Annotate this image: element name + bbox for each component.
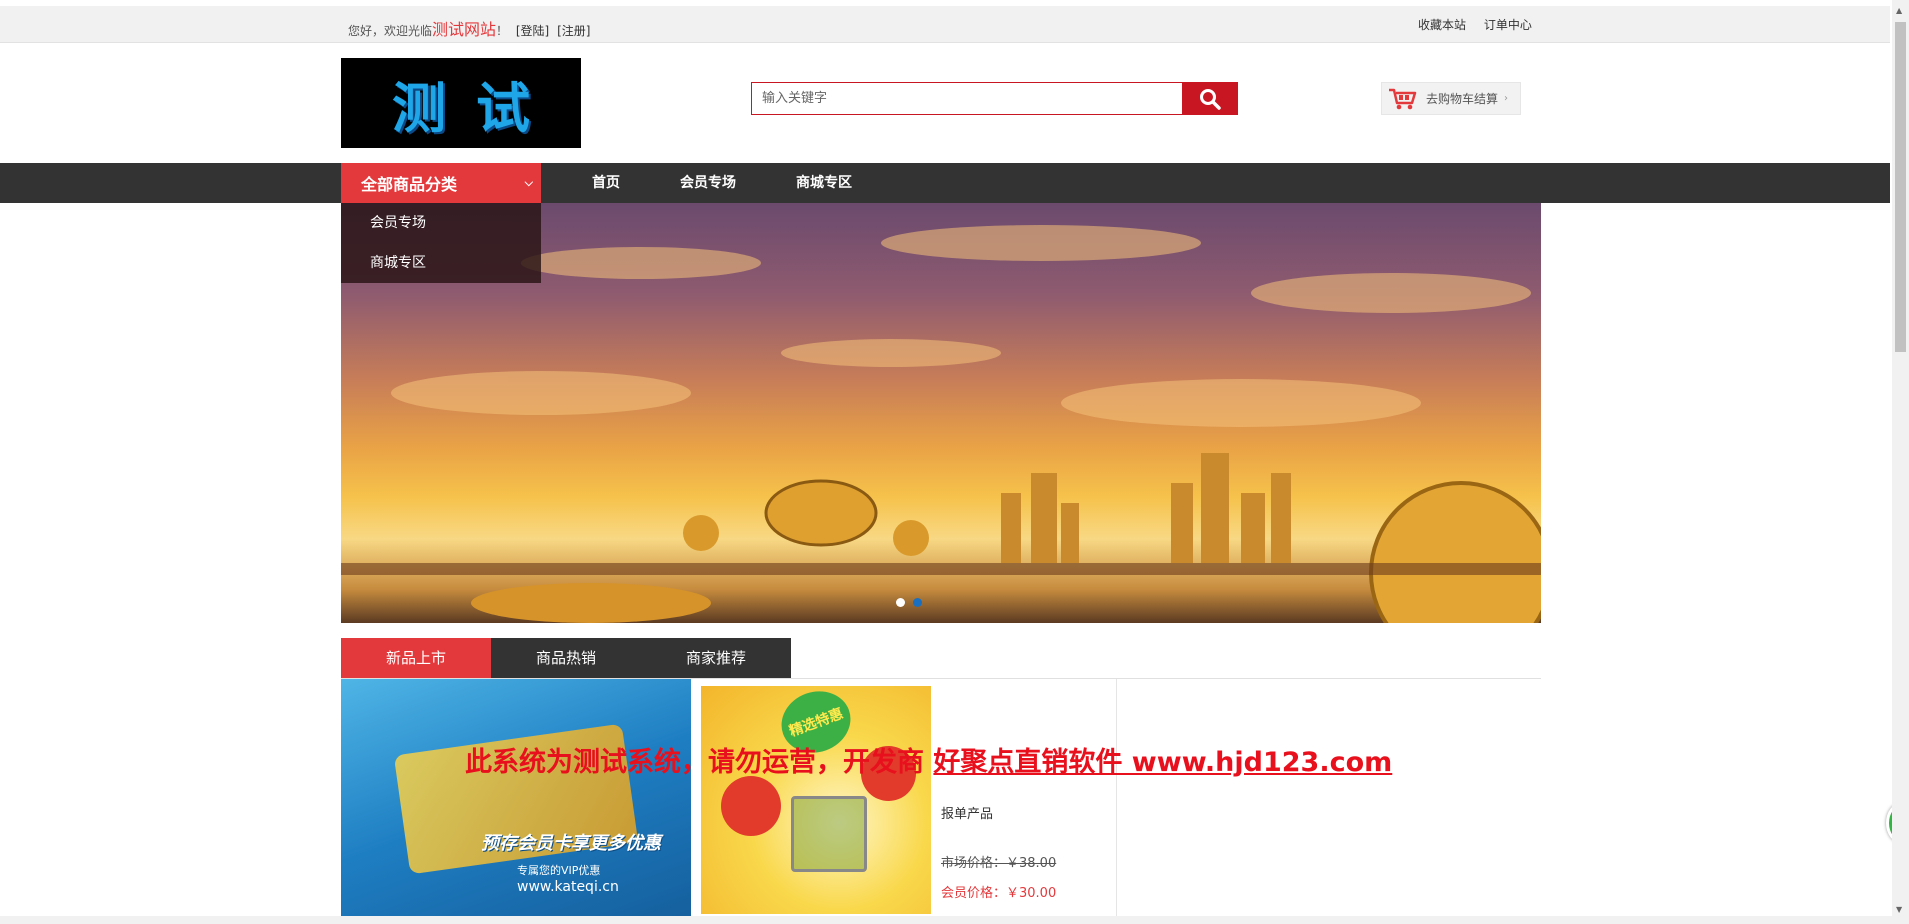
cart-button[interactable]: 去购物车结算 › xyxy=(1381,82,1521,115)
welcome-text: 您好，欢迎光临 xyxy=(348,24,433,38)
chevron-down-icon: ⌵ xyxy=(524,176,533,189)
test-system-notice: 此系统为测试系统，请勿运营，开发商 好聚点直销软件 www.hjd123.com xyxy=(465,740,1392,779)
slide-dot-2[interactable] xyxy=(913,598,922,607)
notice-text: 此系统为测试系统，请勿运营，开发商 xyxy=(465,747,934,778)
shopping-cart-graphic xyxy=(791,796,867,872)
vip-url: www.kateqi.cn xyxy=(517,879,619,895)
register-link[interactable]: [注册] xyxy=(557,24,590,38)
nav-links: 首页 会员专场 商城专区 xyxy=(562,163,882,203)
vertical-scrollbar[interactable]: ▲ ▼ xyxy=(1892,0,1909,924)
exclaim-text: ！ xyxy=(496,24,509,38)
login-link[interactable]: [登陆] xyxy=(516,24,549,38)
market-price: 市场价格：￥38.00 xyxy=(941,856,1057,871)
nav-member-zone[interactable]: 会员专场 xyxy=(650,163,766,203)
tab-hot-sales[interactable]: 商品热销 xyxy=(491,638,641,678)
all-categories-button[interactable]: 全部商品分类 ⌵ xyxy=(341,163,541,203)
slide-dot-1[interactable] xyxy=(896,598,905,607)
slide-indicators xyxy=(896,598,922,607)
orders-link[interactable]: 订单中心 xyxy=(1484,18,1532,32)
nav-home[interactable]: 首页 xyxy=(562,163,650,203)
search-input[interactable] xyxy=(752,83,1182,114)
cart-label: 去购物车结算 xyxy=(1426,92,1499,106)
welcome-area: 您好，欢迎光临测试网站！ [登陆] [注册] xyxy=(348,16,590,40)
logo-text: 测试 xyxy=(392,75,560,140)
search-box xyxy=(751,82,1238,115)
product-name[interactable]: 报单产品 xyxy=(941,803,993,822)
tab-merchant-recommend[interactable]: 商家推荐 xyxy=(641,638,791,678)
chevron-right-icon: › xyxy=(1504,93,1509,104)
nav-mall-zone[interactable]: 商城专区 xyxy=(766,163,882,203)
scroll-down-icon[interactable]: ▼ xyxy=(1896,905,1902,914)
search-icon xyxy=(1199,88,1221,110)
category-dropdown: 会员专场 商城专区 xyxy=(341,203,541,283)
site-name: 测试网站 xyxy=(432,20,497,39)
top-right-links: 收藏本站 订单中心 xyxy=(1418,16,1546,33)
horizontal-scrollbar[interactable] xyxy=(0,916,1892,924)
favorite-link[interactable]: 收藏本站 xyxy=(1418,18,1466,32)
member-price: 会员价格：￥30.00 xyxy=(941,886,1057,901)
fruit-mascot-left xyxy=(721,776,781,836)
all-categories-label: 全部商品分类 xyxy=(361,175,458,194)
product-tabs: 新品上市 商品热销 商家推荐 xyxy=(341,638,791,678)
product-image[interactable]: 精选特惠 xyxy=(701,686,931,914)
site-logo[interactable]: 测试 xyxy=(341,58,581,148)
product-card-vip[interactable]: 预存会员卡享更多优惠 专属您的VIP优惠 www.kateqi.cn xyxy=(341,679,691,919)
scroll-up-icon[interactable]: ▲ xyxy=(1896,6,1902,15)
search-button[interactable] xyxy=(1182,83,1237,114)
category-item-mall-zone[interactable]: 商城专区 xyxy=(341,243,541,283)
top-bar: 您好，欢迎光临测试网站！ [登陆] [注册] 收藏本站 订单中心 xyxy=(0,6,1890,43)
cart-icon xyxy=(1388,87,1418,111)
scrollbar-thumb[interactable] xyxy=(1895,22,1906,352)
main-nav xyxy=(0,163,1890,203)
developer-link[interactable]: 好聚点直销软件 www.hjd123.com xyxy=(933,747,1392,778)
vip-headline: 预存会员卡享更多优惠 xyxy=(481,833,661,854)
category-item-member-zone[interactable]: 会员专场 xyxy=(341,203,541,243)
vip-subtext: 专属您的VIP优惠 xyxy=(517,864,601,877)
tab-new-arrivals[interactable]: 新品上市 xyxy=(341,638,491,678)
